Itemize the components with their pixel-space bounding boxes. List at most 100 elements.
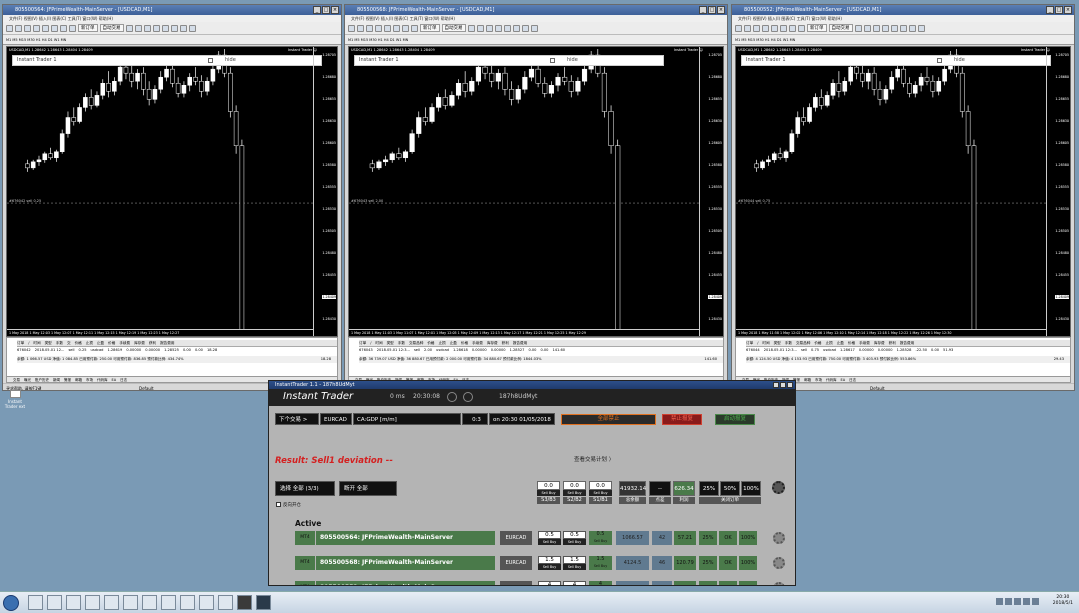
panel-checkbox[interactable] — [550, 58, 555, 63]
column-header[interactable]: 获利 — [149, 340, 156, 347]
toolbar-icon[interactable] — [384, 24, 391, 32]
toolbar-icon[interactable] — [366, 24, 373, 32]
account-symbol[interactable]: EURCAD — [500, 531, 532, 545]
toolbar-icon[interactable] — [512, 24, 520, 32]
table-row[interactable]: 676043 2018.05.01 12:3... sell 2.00 usdcad 1.… — [359, 347, 723, 354]
price-chart[interactable]: #676043 sell 2.00 USDCAD,M1 1.28642 1.28… — [348, 46, 724, 337]
toolbar-icon[interactable] — [881, 24, 889, 32]
toolbar-icon[interactable] — [789, 24, 796, 32]
column-header[interactable]: 手数 — [56, 340, 63, 347]
taskbar-app-icon[interactable] — [199, 595, 214, 610]
auto-trade-button[interactable]: 自动交易 — [441, 24, 466, 32]
close-full-button[interactable]: 100% — [739, 556, 757, 570]
allow-trading-button[interactable]: 启动报复 — [715, 414, 755, 425]
taskbar-app-icon[interactable] — [161, 595, 176, 610]
lot-input[interactable]: 0.5 — [538, 531, 561, 539]
close-full-button[interactable]: 100% — [739, 531, 757, 545]
column-header[interactable]: 价格 — [848, 340, 855, 347]
toolbar-icon[interactable] — [134, 24, 142, 32]
toolbar-icon[interactable] — [890, 24, 898, 32]
ok-button[interactable]: OK — [719, 556, 737, 570]
toolbar-icon[interactable] — [125, 24, 133, 32]
account-symbol[interactable]: EURCAD — [500, 581, 532, 585]
lot-input[interactable]: 0.5 — [563, 531, 586, 539]
maximize-button[interactable]: □ — [322, 6, 330, 14]
new-order-button[interactable]: 新订单 — [420, 24, 440, 32]
terminal-tab[interactable]: 交易 — [13, 378, 20, 382]
timeframe-bar[interactable]: M1 M5 M15 M30 H1 H4 D1 W1 MN — [3, 35, 341, 45]
price-chart[interactable]: #676042 sell 0.25 USDCAD,M1 1.28642 1.28… — [6, 46, 338, 337]
taskbar-app-icon[interactable] — [47, 595, 62, 610]
toolbar-icon[interactable] — [762, 24, 769, 32]
taskbar-app-icon[interactable] — [28, 595, 43, 610]
stop-all-button[interactable]: 全部禁止 — [561, 414, 656, 425]
toolbar-icon[interactable] — [33, 24, 40, 32]
view-schedule-link[interactable]: 查看交易计划 〉 — [574, 455, 614, 463]
toolbar-icon[interactable] — [744, 24, 751, 32]
column-header[interactable]: 订单 — [359, 340, 366, 347]
terminal-tab[interactable]: 日志 — [849, 378, 856, 382]
account-name[interactable]: 805500552: JFPrimeWealth-MainServer — [316, 581, 495, 585]
toolbar-icon[interactable] — [6, 24, 13, 32]
menu-bar[interactable]: 文件(F) 视图(V) 插入(I) 图表(C) 工具(T) 窗口(W) 帮助(H… — [732, 15, 1074, 22]
toolbar-icon[interactable] — [899, 24, 907, 32]
close-pct-button[interactable]: 25% — [699, 581, 717, 585]
account-settings-icon[interactable] — [773, 557, 785, 569]
start-button[interactable] — [3, 595, 19, 611]
s1-value[interactable]: 0.0 — [589, 481, 612, 490]
toolbar-icon[interactable] — [863, 24, 871, 32]
panel-checkbox[interactable] — [208, 58, 213, 63]
column-header[interactable]: 手数 — [785, 340, 792, 347]
timeframe-bar[interactable]: M1 M5 M15 M30 H1 H4 D1 W1 MN — [732, 35, 1074, 45]
toolbar-icon[interactable] — [15, 24, 22, 32]
terminal-tab[interactable]: 邮箱 — [75, 378, 82, 382]
toolbar-icon[interactable] — [771, 24, 778, 32]
toolbar-icon[interactable] — [24, 24, 31, 32]
column-header[interactable]: 交易品种 — [796, 340, 810, 347]
terminal-tab[interactable]: 日志 — [120, 378, 127, 382]
stop-trading-button[interactable]: 禁止报复 — [662, 414, 702, 425]
column-header[interactable]: 手续费 — [119, 340, 130, 347]
terminal-tab[interactable]: 市场 — [815, 378, 822, 382]
column-header[interactable]: 交易品种 — [409, 340, 423, 347]
column-header[interactable]: 库存费 — [874, 340, 885, 347]
terminal-tab[interactable]: 邮箱 — [804, 378, 811, 382]
toolbar-icon[interactable] — [402, 24, 409, 32]
terminal-tab[interactable]: 市场 — [86, 378, 93, 382]
column-header[interactable]: 时间 — [375, 340, 382, 347]
s3-value[interactable]: 0.0 — [537, 481, 560, 490]
close-pct-button[interactable]: 25% — [699, 556, 717, 570]
account-name[interactable]: 805500564: JFPrimeWealth-MainServer — [316, 531, 495, 545]
account-name[interactable]: 805500568: JFPrimeWealth-MainServer — [316, 556, 495, 570]
window-titlebar[interactable]: 805500568: JFPrimeWealth-MainServer - [U… — [345, 5, 727, 15]
taskbar-app-icon[interactable] — [66, 595, 81, 610]
timeframe-bar[interactable]: M1 M5 M15 M30 H1 H4 D1 W1 MN — [345, 35, 727, 45]
close-50-button[interactable]: 50% — [720, 481, 740, 496]
lot-input[interactable]: 4 — [563, 581, 586, 585]
column-header[interactable]: 价格 — [461, 340, 468, 347]
hedge-checkbox[interactable]: 反向开仓 — [276, 502, 301, 508]
taskbar-app-icon[interactable] — [180, 595, 195, 610]
toolbar-icon[interactable] — [357, 24, 364, 32]
toolbar-icon[interactable] — [170, 24, 178, 32]
menu-bar[interactable]: 文件(F) 视图(V) 插入(I) 图表(C) 工具(T) 窗口(W) 帮助(H… — [345, 15, 727, 22]
settings-gear-icon[interactable] — [772, 481, 785, 494]
column-header[interactable]: 止损 — [439, 340, 446, 347]
column-header[interactable]: 手续费 — [859, 340, 870, 347]
toolbar-icon[interactable] — [530, 24, 538, 32]
terminal-tab[interactable]: EA — [841, 378, 846, 382]
toolbar-icon[interactable] — [143, 24, 151, 32]
minimize-button[interactable]: _ — [1046, 6, 1054, 14]
terminal-tab[interactable]: EA — [112, 378, 117, 382]
column-header[interactable]: 获利 — [502, 340, 509, 347]
column-header[interactable]: 止损 — [826, 340, 833, 347]
maximize-button[interactable]: □ — [708, 6, 716, 14]
toolbar-icon[interactable] — [521, 24, 529, 32]
toolbar-icon[interactable] — [152, 24, 160, 32]
toolbar-icon[interactable] — [161, 24, 169, 32]
maximize-button[interactable] — [780, 382, 786, 388]
toolbar-icon[interactable] — [735, 24, 742, 32]
hide-link[interactable]: hide — [225, 56, 236, 65]
column-header[interactable]: 价格 — [108, 340, 115, 347]
column-header[interactable]: 类型 — [387, 340, 394, 347]
